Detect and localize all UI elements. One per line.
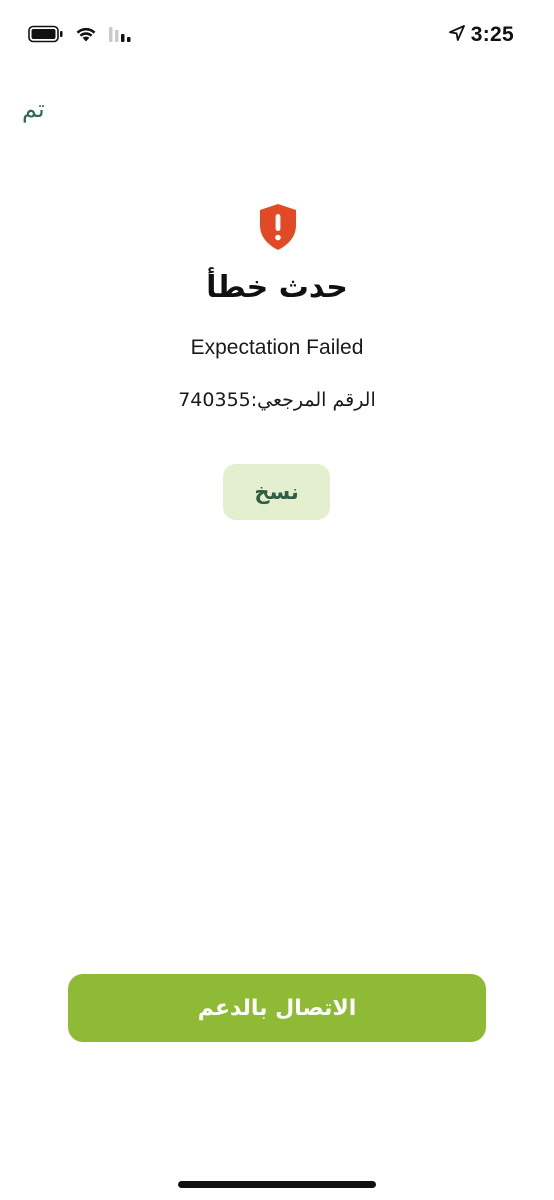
- done-button[interactable]: تم: [22, 95, 45, 123]
- cellular-signal-icon: [108, 25, 134, 47]
- wifi-icon: [74, 25, 98, 47]
- location-arrow-icon: [448, 25, 465, 45]
- contact-support-button[interactable]: الاتصال بالدعم: [68, 974, 486, 1042]
- status-bar: 3:25: [0, 0, 554, 70]
- home-indicator[interactable]: [178, 1181, 376, 1188]
- copy-button[interactable]: نسخ: [223, 464, 330, 520]
- error-message: Expectation Failed: [190, 336, 364, 359]
- error-title: حدث خطأ: [206, 270, 348, 305]
- status-right-group: 3:25: [448, 20, 514, 50]
- battery-icon: [28, 25, 64, 47]
- shield-alert-icon: [258, 203, 298, 251]
- reference-number: الرقم المرجعي:740355: [178, 389, 376, 411]
- status-left-group: [28, 24, 134, 48]
- status-time: 3:25: [470, 23, 514, 46]
